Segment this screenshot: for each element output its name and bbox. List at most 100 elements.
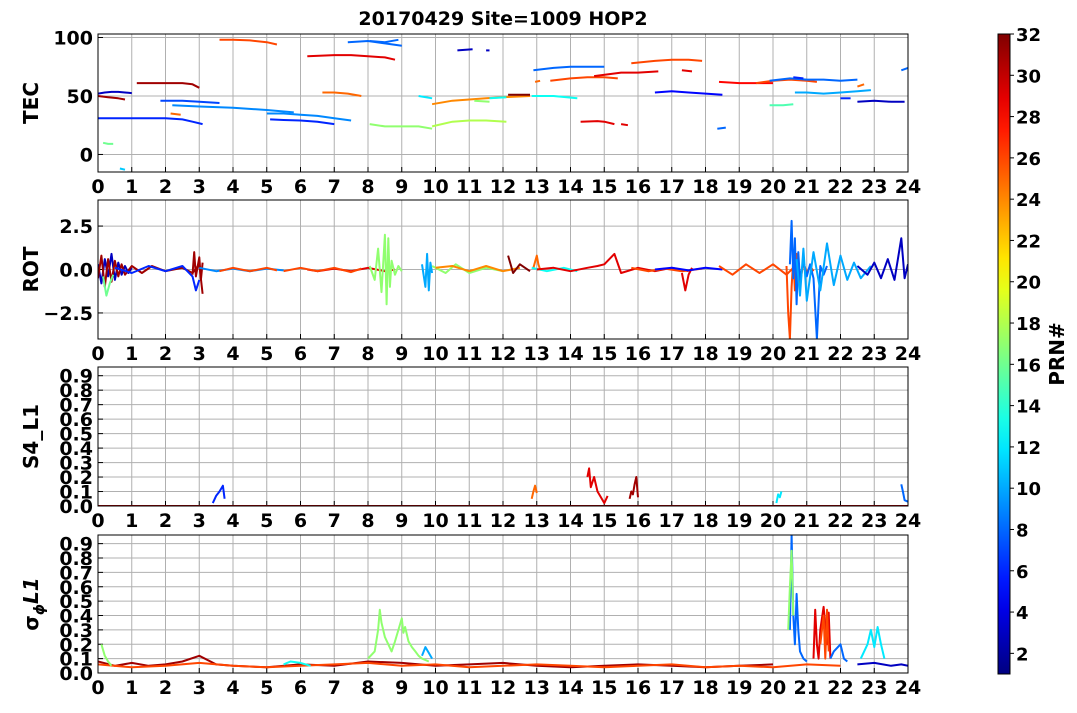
x-tick-label: 20 (760, 677, 786, 699)
x-tick-label: 18 (692, 510, 718, 532)
colorbar-tick-label: 16 (1016, 355, 1041, 376)
colorbar-tick-label: 28 (1016, 108, 1041, 129)
x-tick-label: 0 (91, 677, 104, 699)
x-tick-label: 17 (659, 343, 685, 365)
x-tick-label: 1 (125, 677, 138, 699)
colorbar-tick-label: 18 (1016, 314, 1041, 335)
y-tick-label: 50 (67, 86, 93, 108)
series-line-prn-25 (534, 79, 541, 83)
y-tick-label: 0.0 (59, 260, 93, 282)
x-tick-label: 8 (361, 176, 374, 198)
y-axis-label: S4_L1 (19, 404, 43, 469)
colorbar-tick-label: 24 (1016, 190, 1041, 211)
x-tick-label: 10 (422, 176, 448, 198)
x-tick-label: 12 (490, 343, 516, 365)
x-tick-label: 15 (591, 677, 617, 699)
x-tick-label: 19 (726, 176, 752, 198)
x-tick-label: 2 (159, 677, 172, 699)
x-tick-label: 10 (422, 677, 448, 699)
colorbar-tick-label: 10 (1016, 479, 1041, 500)
x-tick-label: 12 (490, 677, 516, 699)
x-tick-label: 19 (726, 677, 752, 699)
x-tick-label: 19 (726, 343, 752, 365)
x-tick-label: 2 (159, 343, 172, 365)
series-line-prn-3 (857, 99, 905, 103)
x-tick-label: 6 (294, 510, 307, 532)
x-tick-label: 4 (226, 343, 239, 365)
x-tick-label: 10 (422, 343, 448, 365)
x-tick-label: 14 (557, 510, 583, 532)
x-tick-label: 8 (361, 677, 374, 699)
chart-svg: 20170429 Site=1009 HOP2 0 1 2 3 4 5 6 7 8 9 10 11 12… (19, 8, 1069, 699)
y-axis-label-main: σ (19, 615, 43, 631)
x-tick-label: 6 (294, 343, 307, 365)
colorbar-tick-label: 14 (1016, 397, 1041, 418)
x-tick-label: 21 (794, 343, 820, 365)
x-tick-label: 22 (827, 677, 853, 699)
colorbar-tick-label: 22 (1016, 231, 1041, 252)
y-axis-label-suffix: L1 (19, 577, 43, 604)
y-axis-label-sub: ϕ (32, 604, 48, 615)
x-tick-label: 23 (861, 343, 887, 365)
x-tick-label: 23 (861, 510, 887, 532)
x-tick-label: 17 (659, 510, 685, 532)
x-tick-label: 16 (625, 343, 651, 365)
x-tick-label: 3 (193, 343, 206, 365)
colorbar-tick-label: 20 (1016, 273, 1041, 294)
x-tick-label: 5 (260, 510, 273, 532)
colorbar-tick-label: 2 (1016, 644, 1029, 665)
x-tick-label: 20 (760, 343, 786, 365)
x-tick-label: 20 (760, 176, 786, 198)
x-tick-label: 0 (91, 176, 104, 198)
x-tick-label: 5 (260, 677, 273, 699)
series-line-prn-16 (102, 141, 114, 145)
y-tick-label: −2.5 (43, 303, 93, 325)
panel-tec: 0 1 2 3 4 5 6 7 8 9 10 11 12 13 14 15 16 17 18 19 20 21 22 23 24… (19, 28, 921, 198)
x-tick-label: 22 (827, 343, 853, 365)
series-line-prn-25 (170, 112, 181, 116)
x-tick-label: 15 (591, 510, 617, 532)
x-tick-label: 23 (861, 176, 887, 198)
series-line-prn-13 (489, 96, 507, 100)
x-tick-label: 21 (794, 176, 820, 198)
x-tick-label: 9 (395, 343, 408, 365)
colorbar-bar (997, 33, 1011, 675)
x-tick-label: 15 (591, 176, 617, 198)
panel-sigma: 0 1 2 3 4 5 6 7 8 9 10 11 12 13 14 15 16 17 18 19 20 21 22 23 24… (19, 534, 921, 699)
x-tick-label: 8 (361, 510, 374, 532)
colorbar-tick-label: 6 (1016, 562, 1029, 583)
series-line-prn-29 (681, 69, 693, 73)
colorbar-tick-label: 30 (1016, 66, 1041, 87)
x-tick-label: 13 (524, 176, 550, 198)
series-line-prn-11 (119, 167, 126, 171)
x-tick-label: 20 (760, 510, 786, 532)
x-tick-label: 4 (226, 176, 239, 198)
x-tick-label: 14 (557, 343, 583, 365)
x-tick-label: 14 (557, 176, 583, 198)
x-tick-label: 4 (226, 510, 239, 532)
colorbar-tick-label: 12 (1016, 438, 1041, 459)
x-tick-label: 5 (260, 343, 273, 365)
x-tick-label: 7 (328, 677, 341, 699)
y-tick-label: 2.5 (59, 216, 93, 238)
panel-s4: 0 1 2 3 4 5 6 7 8 9 10 11 12 13 14 15 16 17 18 19 20 21 22 23 24… (19, 366, 921, 532)
series-line-prn-17 (474, 99, 490, 103)
x-tick-label: 22 (827, 510, 853, 532)
x-tick-label: 2 (159, 510, 172, 532)
x-tick-label: 13 (524, 343, 550, 365)
series-line-prn-15 (769, 103, 794, 107)
chart: 20170429 Site=1009 HOP2 0 1 2 3 4 5 6 7 8 9 10 11 12… (0, 0, 1077, 709)
x-tick-label: 18 (692, 176, 718, 198)
y-tick-label: 0.9 (59, 534, 93, 556)
x-tick-label: 18 (692, 677, 718, 699)
x-tick-label: 0 (91, 343, 104, 365)
x-tick-label: 14 (557, 677, 583, 699)
x-tick-label: 23 (861, 677, 887, 699)
x-tick-label: 1 (125, 176, 138, 198)
colorbar-tick-label: 26 (1016, 149, 1041, 170)
x-tick-label: 8 (361, 343, 374, 365)
x-tick-label: 18 (692, 343, 718, 365)
series-line-prn-3 (457, 48, 473, 52)
x-tick-label: 15 (591, 343, 617, 365)
colorbar-tick-label: 8 (1016, 520, 1029, 541)
